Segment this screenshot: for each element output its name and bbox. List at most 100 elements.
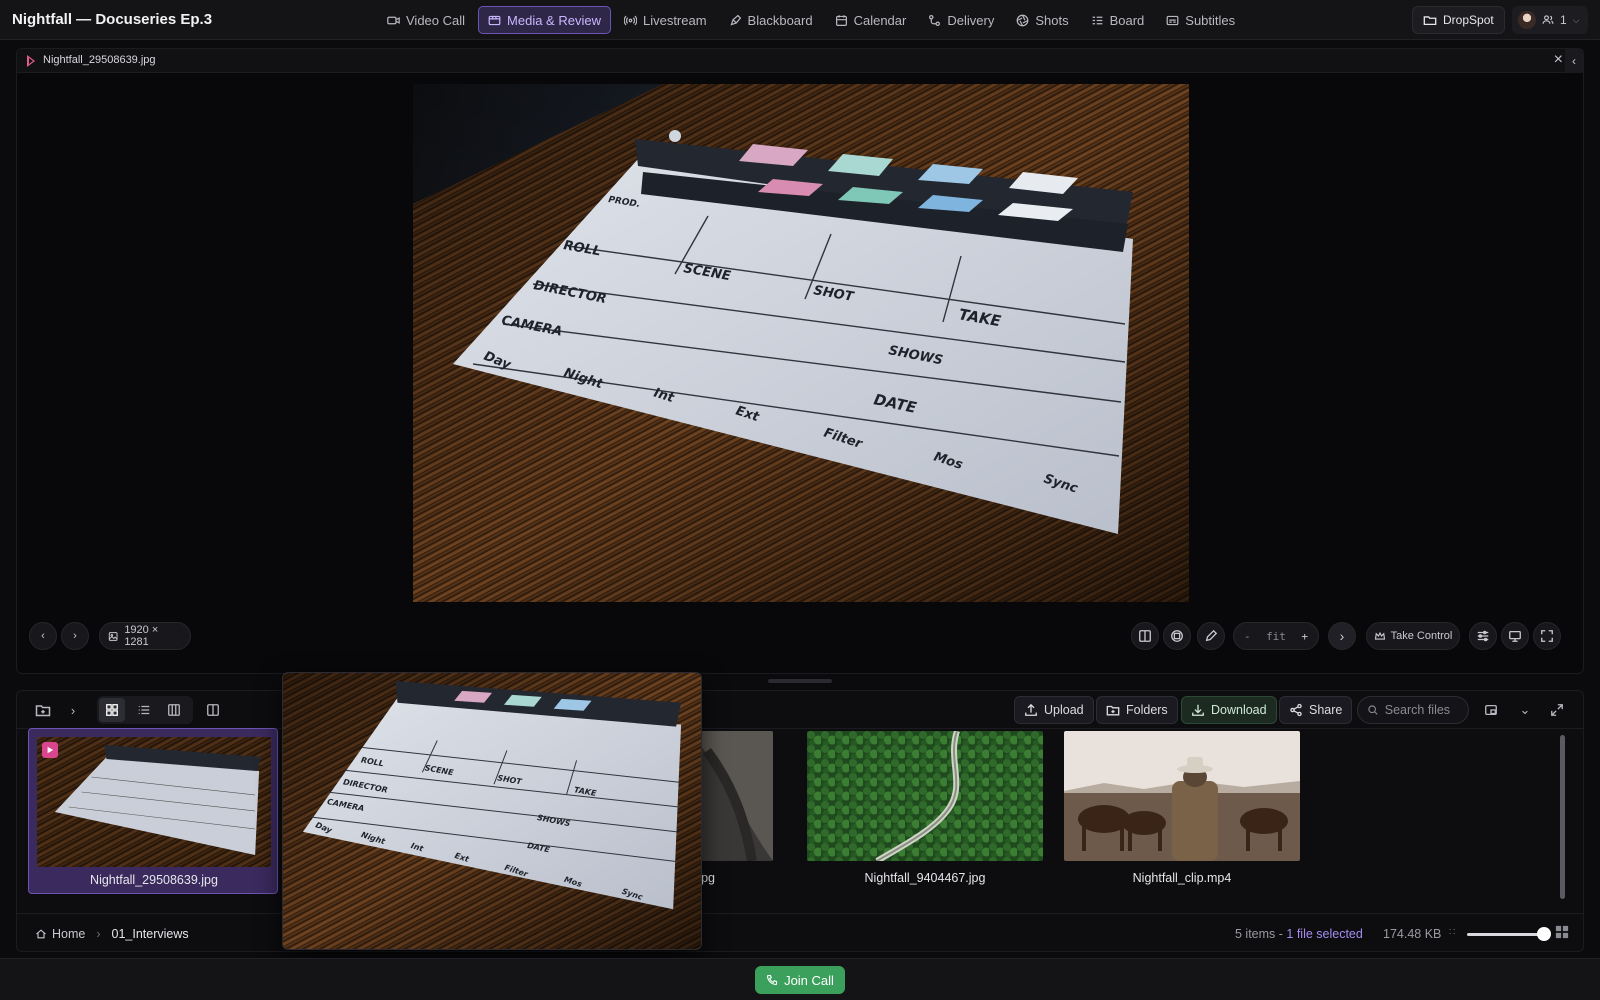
board-icon — [1092, 16, 1102, 24]
target-icon — [1171, 630, 1183, 642]
avatar — [1518, 11, 1536, 29]
share-button[interactable]: Share — [1279, 696, 1353, 724]
calendar-icon — [835, 14, 847, 26]
top-bar: Nightfall — Docuseries Ep.3 Video Call M… — [0, 0, 1600, 40]
pip-icon — [1485, 704, 1497, 716]
tab-livestream[interactable]: Livestream — [615, 6, 716, 34]
list-icon — [138, 705, 150, 715]
annotate-button[interactable] — [1197, 622, 1225, 650]
file-thumbnail — [1064, 731, 1300, 861]
search-input[interactable]: Search files — [1357, 696, 1469, 724]
next-button[interactable]: › — [61, 622, 89, 650]
zoom-in-button[interactable]: + — [1301, 630, 1308, 643]
tab-video-call[interactable]: Video Call — [378, 6, 474, 34]
adjustments-button[interactable] — [1469, 622, 1497, 650]
download-button[interactable]: Download — [1181, 696, 1277, 724]
chevron-left-icon[interactable]: ‹ — [1565, 49, 1583, 73]
toggle-panel-button[interactable] — [201, 698, 225, 722]
slider-handle[interactable] — [1537, 927, 1551, 941]
tab-calendar[interactable]: Calendar — [826, 6, 916, 34]
tab-label: Media & Review — [507, 12, 601, 28]
tab-label: Blackboard — [747, 12, 813, 28]
fullscreen-button[interactable] — [1533, 622, 1561, 650]
close-icon[interactable]: × — [1554, 51, 1563, 69]
next-frame-button[interactable]: › — [1328, 622, 1356, 650]
join-call-button[interactable]: Join Call — [755, 966, 845, 994]
participants-menu[interactable]: 1 ⌵ — [1512, 6, 1588, 34]
chevron-down-icon[interactable]: ⌄ — [1513, 698, 1537, 722]
picture-in-picture-button[interactable] — [1479, 698, 1503, 722]
take-control-label: Take Control — [1390, 630, 1453, 642]
tab-label: Shots — [1035, 12, 1069, 28]
compare-button[interactable] — [1131, 622, 1159, 650]
fullscreen-icon — [1541, 630, 1553, 642]
column-view-button[interactable] — [161, 698, 187, 722]
viewer-header: Nightfall_29508639.jpg × ‹ — [17, 49, 1583, 73]
folders-button[interactable]: Folders — [1096, 696, 1178, 724]
list-view-button[interactable] — [131, 698, 157, 722]
tab-delivery[interactable]: Delivery — [919, 6, 1003, 34]
media-icon — [488, 15, 501, 25]
phone-icon — [766, 974, 778, 986]
monitor-icon — [1509, 630, 1521, 642]
breadcrumb-folder[interactable]: 01_Interviews — [112, 927, 189, 941]
breadcrumb: Home › 01_Interviews — [35, 927, 189, 941]
aperture-icon — [1016, 14, 1029, 26]
media-viewer: Nightfall_29508639.jpg × ‹ PROD. ROLL SC… — [16, 48, 1584, 674]
tab-label: Board — [1109, 12, 1145, 28]
subtitles-icon — [1166, 15, 1179, 25]
tab-blackboard[interactable]: Blackboard — [720, 6, 822, 34]
share-label: Share — [1309, 703, 1343, 717]
tab-board[interactable]: Board — [1082, 6, 1154, 34]
scrollbar[interactable] — [1560, 735, 1565, 899]
selected-count: 1 file selected — [1286, 927, 1363, 941]
tab-label: Subtitles — [1185, 12, 1236, 28]
image-type-badge — [42, 742, 58, 758]
tab-label: Livestream — [642, 12, 707, 28]
selection-status: 5 items - 1 file selected — [1235, 927, 1363, 941]
image-dimensions: 1920 × 1281 — [124, 624, 159, 648]
chevron-right-icon: › — [73, 630, 77, 642]
tab-subtitles[interactable]: Subtitles — [1157, 6, 1244, 34]
pencil-icon — [1205, 629, 1218, 642]
resize-handle[interactable] — [768, 679, 832, 683]
call-bar: Join Call — [0, 958, 1600, 1000]
expand-icon — [1551, 704, 1563, 716]
zoom-out-button[interactable]: - — [1244, 630, 1251, 643]
file-card[interactable]: Nightfall_clip.mp4 — [1064, 731, 1300, 887]
chevron-left-icon: ‹ — [41, 630, 45, 642]
upload-button[interactable]: Upload — [1014, 696, 1094, 724]
file-name: Nightfall_9404467.jpg — [864, 871, 986, 885]
overlay-button[interactable] — [1163, 622, 1191, 650]
tab-shots[interactable]: Shots — [1007, 6, 1077, 34]
home-icon — [36, 929, 46, 939]
file-thumbnail — [807, 731, 1043, 861]
dropspot-label: DropSpot — [1443, 13, 1494, 27]
search-placeholder: Search files — [1384, 703, 1451, 717]
chevron-right-icon[interactable]: › — [61, 698, 85, 722]
file-card[interactable]: Nightfall_9404467.jpg — [807, 731, 1043, 887]
file-card[interactable]: Nightfall_29508639.jpg — [28, 728, 278, 894]
split-view-icon — [1139, 630, 1151, 642]
expand-button[interactable] — [1545, 698, 1569, 722]
zoom-control: - fit + — [1233, 622, 1319, 650]
view-mode-switch — [97, 696, 193, 724]
dropspot-button[interactable]: DropSpot — [1412, 6, 1505, 34]
take-control-button[interactable]: Take Control — [1366, 622, 1460, 650]
grid-icon — [106, 704, 118, 716]
breadcrumb-home[interactable]: Home — [52, 927, 85, 941]
folder-plus-icon — [1106, 705, 1120, 716]
main-nav: Video Call Media & Review Livestream Bla… — [378, 6, 1244, 34]
columns-icon — [168, 704, 180, 716]
zoom-level: fit — [1266, 629, 1286, 643]
item-count: 5 items - — [1235, 927, 1287, 941]
present-button[interactable] — [1501, 622, 1529, 650]
new-folder-button[interactable] — [31, 698, 55, 722]
prev-button[interactable]: ‹ — [29, 622, 57, 650]
download-icon — [1192, 704, 1204, 716]
tab-media-review[interactable]: Media & Review — [478, 6, 611, 34]
grid-view-button[interactable] — [99, 698, 125, 722]
video-icon — [387, 16, 400, 24]
upload-label: Upload — [1044, 703, 1084, 717]
file-name: Nightfall_29508639.jpg — [90, 873, 218, 887]
